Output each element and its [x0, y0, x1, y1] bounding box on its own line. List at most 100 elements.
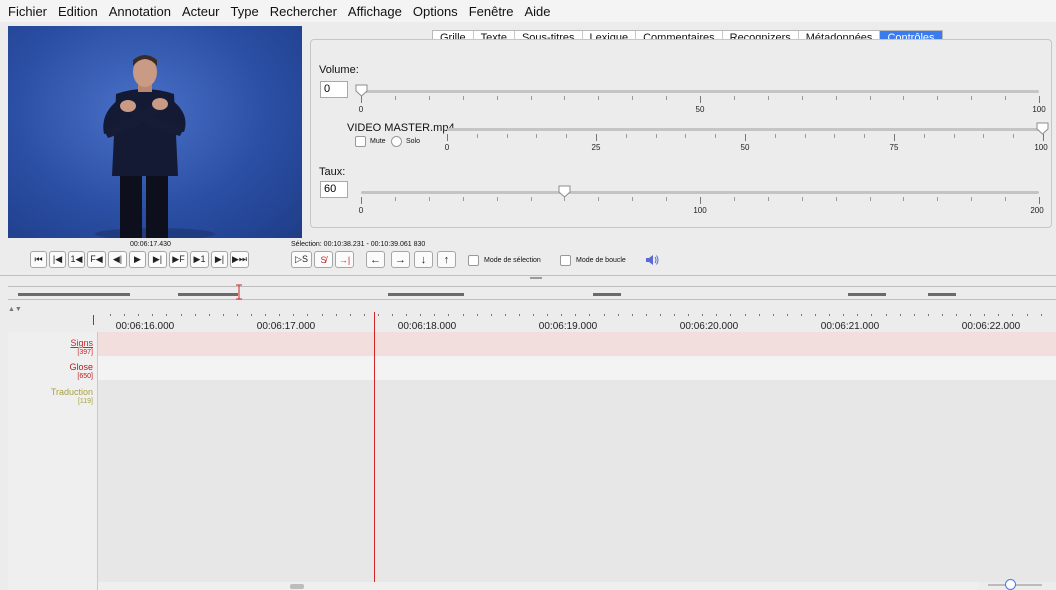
solo-label: Solo	[406, 138, 421, 145]
ruler-tick	[589, 314, 590, 316]
ruler-tick	[970, 314, 971, 316]
mute-label: Mute	[370, 138, 386, 145]
menu-edition[interactable]: Edition	[58, 4, 98, 19]
slider-tick	[700, 96, 701, 103]
ruler-tick	[857, 314, 858, 316]
tier-signs[interactable]: Signs [397]	[70, 338, 93, 358]
zoom-slider-knob[interactable]	[1005, 579, 1016, 590]
slider-tick	[983, 134, 984, 138]
ruler-tick	[801, 314, 802, 316]
ruler-tick	[702, 314, 703, 316]
up-arrow-button[interactable]: ↑	[437, 251, 456, 268]
tier-traduction[interactable]: Traduction [119]	[51, 387, 93, 407]
slider-tick	[768, 197, 769, 201]
ruler-tick	[350, 314, 351, 316]
mute-checkbox[interactable]	[355, 136, 366, 147]
rate-slider-track[interactable]	[361, 191, 1039, 194]
next-second-button[interactable]: ▶1	[190, 251, 209, 268]
ruler-tick	[138, 314, 139, 316]
volume-ticks	[361, 96, 1040, 104]
volume-slider-track[interactable]	[361, 90, 1039, 93]
tier-glose[interactable]: Glose [650]	[69, 362, 93, 382]
previous-pixel-button[interactable]: ◀|	[108, 251, 127, 268]
previous-scroll-button[interactable]: F◀	[87, 251, 106, 268]
next-frame-button[interactable]: ▶|	[211, 251, 228, 268]
selection-mode-label: Mode de sélection	[484, 257, 541, 264]
ruler-tick	[942, 314, 943, 316]
play-button[interactable]: ▶	[129, 251, 146, 268]
speaker-icon[interactable]	[645, 253, 659, 271]
menu-type[interactable]: Type	[231, 4, 259, 19]
ruler-tick	[533, 314, 534, 316]
video-viewer[interactable]	[8, 26, 302, 238]
left-arrow-button[interactable]: ←	[366, 251, 385, 268]
slider-tick	[937, 96, 938, 100]
slider-tick	[626, 134, 627, 138]
tier-row-glose[interactable]	[98, 356, 1056, 380]
ruler-tick	[364, 314, 365, 316]
right-arrow-button[interactable]: →	[391, 251, 410, 268]
next-scroll-button[interactable]: ▶F	[169, 251, 188, 268]
volume-tick-50: 50	[695, 105, 705, 114]
go-to-end-button[interactable]: ▶⏭	[230, 251, 249, 268]
slider-tick	[536, 134, 537, 138]
ruler-tick	[900, 314, 901, 316]
solo-radio[interactable]	[391, 136, 402, 147]
menu-fichier[interactable]: Fichier	[8, 4, 47, 19]
ruler-time-label: 00:06:17.000	[256, 321, 316, 332]
slider-tick	[564, 197, 565, 201]
time-ruler[interactable]: 00:06:16.000 00:06:17.000 00:06:18.000 00:0…	[98, 312, 1056, 332]
tier-row-signs[interactable]	[98, 332, 1056, 356]
tier-row-traduction[interactable]	[98, 380, 1056, 404]
menu-fenetre[interactable]: Fenêtre	[469, 4, 514, 19]
ruler-tick	[998, 314, 999, 316]
crosshair-cursor	[374, 312, 375, 582]
slider-tick	[395, 96, 396, 100]
menu-rechercher[interactable]: Rechercher	[270, 4, 337, 19]
menu-aide[interactable]: Aide	[525, 4, 551, 19]
next-pixel-button[interactable]: ▶|	[148, 251, 167, 268]
splitter[interactable]	[0, 275, 1056, 276]
down-arrow-button[interactable]: ↓	[414, 251, 433, 268]
tier-traduction-label: Traduction	[50, 387, 93, 397]
annotation-area[interactable]	[98, 332, 1056, 582]
go-to-begin-button[interactable]: ⏮	[30, 251, 47, 268]
slider-tick	[632, 197, 633, 201]
menu-acteur[interactable]: Acteur	[182, 4, 220, 19]
slider-tick	[685, 134, 686, 138]
selection-mode-checkbox[interactable]	[468, 255, 479, 266]
overview-bar[interactable]	[8, 286, 1056, 300]
loop-mode-checkbox[interactable]	[560, 255, 571, 266]
media-volume-slider-track[interactable]	[447, 128, 1043, 131]
slider-tick	[894, 134, 895, 141]
selection-boundary-button[interactable]: →|	[335, 251, 354, 268]
ruler-tick	[871, 314, 872, 316]
ruler-toggle-icon[interactable]: ▲▼	[8, 306, 22, 313]
tier-signs-count: [397]	[77, 349, 93, 356]
previous-second-button[interactable]: 1◀	[68, 251, 85, 268]
previous-frame-button[interactable]: |◀	[49, 251, 66, 268]
ruler-tick	[604, 314, 605, 316]
scrollbar-thumb[interactable]	[290, 584, 304, 589]
ruler-tick	[505, 314, 506, 316]
slider-tick	[507, 134, 508, 138]
ruler-tick	[984, 314, 985, 316]
slider-tick	[447, 134, 448, 141]
rate-label: Taux:	[319, 166, 346, 178]
play-selection-button[interactable]: ▷S	[291, 251, 312, 268]
media-tick-100: 100	[1034, 143, 1048, 152]
ruler-tick	[519, 314, 520, 316]
clear-selection-button[interactable]: S̸	[314, 251, 333, 268]
menu-annotation[interactable]: Annotation	[109, 4, 171, 19]
ruler-tick	[928, 314, 929, 316]
slider-tick	[361, 96, 362, 103]
volume-input[interactable]: 0	[320, 81, 348, 98]
slider-tick	[971, 197, 972, 201]
rate-input[interactable]: 60	[320, 181, 348, 198]
menu-options[interactable]: Options	[413, 4, 458, 19]
rate-ticks	[361, 197, 1040, 205]
menu-affichage[interactable]: Affichage	[348, 4, 402, 19]
horizontal-scrollbar[interactable]	[98, 582, 978, 590]
ruler-tick	[547, 314, 548, 316]
splitter-grip-icon[interactable]	[530, 277, 542, 279]
